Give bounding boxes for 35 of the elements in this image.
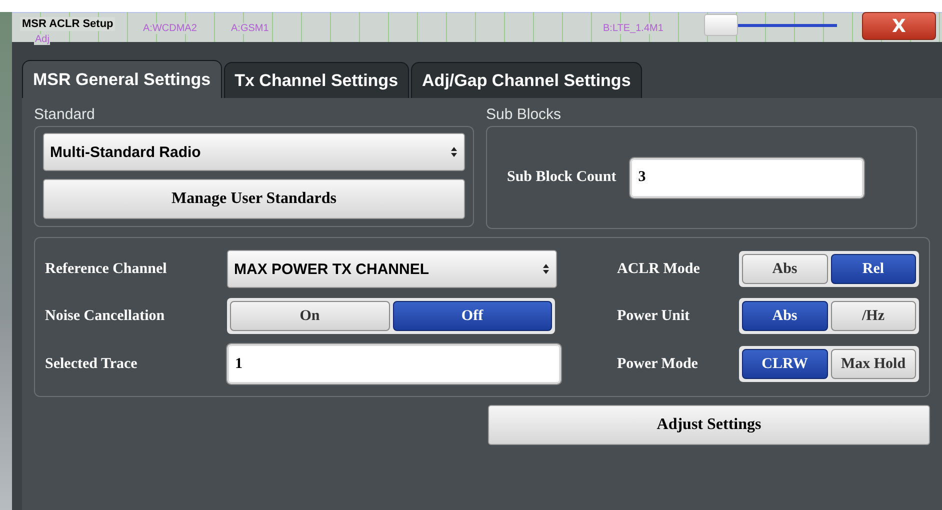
tab[interactable]: Adj/Gap Channel Settings — [411, 62, 642, 98]
toggle-option[interactable]: Abs — [742, 254, 828, 284]
toggle-option[interactable]: Off — [392, 301, 552, 331]
trace-label: A:WCDMA2 — [142, 23, 198, 34]
tab[interactable]: Tx Channel Settings — [224, 62, 410, 98]
toggle-option[interactable]: Max Hold — [830, 349, 916, 379]
setting-label: Power Mode — [617, 356, 698, 372]
up-down-arrows-icon — [450, 146, 458, 158]
trace-label: B:LTE_1.4M1 — [602, 23, 664, 34]
toggle-option[interactable]: CLRW — [742, 349, 828, 379]
adjust-settings-button[interactable]: Adjust Settings — [488, 405, 930, 445]
up-down-arrows-icon — [542, 263, 550, 275]
dropdown[interactable]: Multi-Standard Radio — [43, 133, 465, 171]
group-title: Standard — [34, 106, 96, 123]
close-button[interactable]: X — [862, 12, 936, 40]
setting-label: Power Unit — [617, 308, 690, 324]
trace-label: Adj — [34, 34, 50, 45]
setting-label: Sub Block Count — [507, 169, 616, 186]
tab[interactable]: MSR General Settings — [22, 60, 222, 98]
toggle-option[interactable]: Abs — [742, 301, 828, 331]
toggle-option[interactable]: On — [230, 301, 390, 331]
setting-label: Reference Channel — [45, 260, 168, 278]
input-field[interactable]: 1 — [227, 344, 561, 384]
dropdown[interactable]: MAX POWER TX CHANNEL — [227, 250, 557, 288]
input-field[interactable]: 3 — [630, 158, 864, 198]
setting-label: Selected Trace — [45, 356, 138, 372]
group-title: Sub Blocks — [486, 106, 562, 123]
setting-label: ACLR Mode — [617, 260, 700, 278]
trace-label: A:GSM1 — [230, 23, 270, 34]
toggle-option[interactable]: /Hz — [830, 301, 916, 331]
manage-user-standards-button[interactable]: Manage User Standards — [43, 179, 465, 219]
slider-thumb[interactable] — [704, 14, 738, 36]
setting-label: Noise Cancellation — [45, 308, 166, 324]
toggle-option[interactable]: Rel — [830, 254, 916, 284]
window-title: MSR ACLR Setup — [20, 17, 116, 31]
